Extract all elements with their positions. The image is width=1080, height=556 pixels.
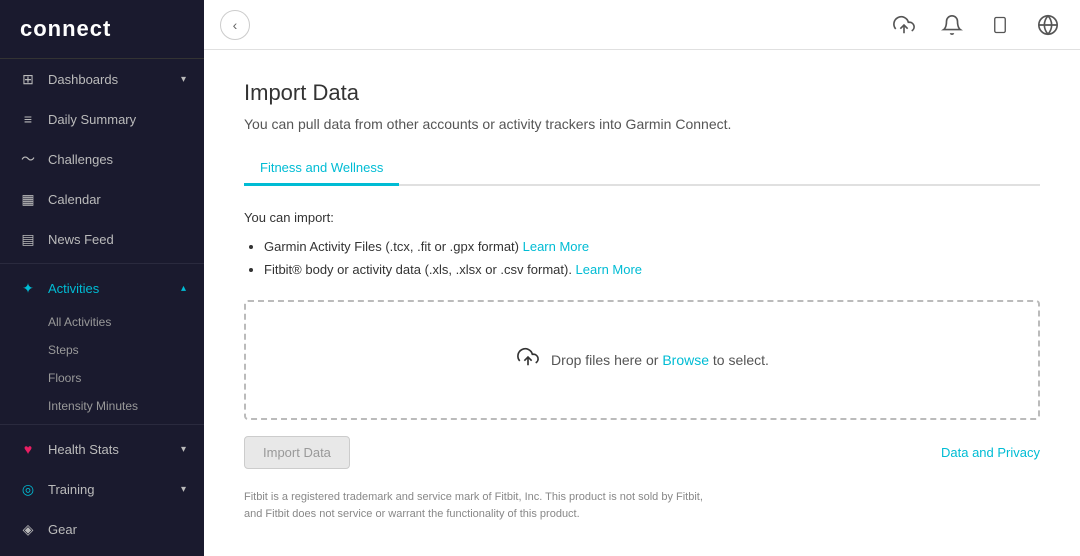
page-title: Import Data	[244, 80, 1040, 106]
sidebar-item-label: Gear	[48, 522, 77, 537]
sidebar-item-label: Calendar	[48, 192, 101, 207]
sidebar-item-label: Activities	[48, 281, 99, 296]
chevron-icon: ▾	[181, 484, 186, 495]
sidebar-item-activities[interactable]: ✦ Activities ▴	[0, 268, 204, 308]
sidebar-item-label: Training	[48, 482, 94, 497]
back-icon: ‹	[233, 17, 238, 33]
sidebar-subitem-steps[interactable]: Steps	[0, 336, 204, 364]
sidebar-item-gear[interactable]: ◈ Gear	[0, 509, 204, 549]
header-icons	[888, 9, 1064, 41]
logo-text: connect	[20, 16, 111, 41]
notification-icon[interactable]	[936, 9, 968, 41]
chevron-icon: ▾	[181, 74, 186, 85]
sidebar-item-label: News Feed	[48, 232, 114, 247]
sidebar-item-training[interactable]: ◎ Training ▾	[0, 469, 204, 509]
sidebar-subitem-floors[interactable]: Floors	[0, 364, 204, 392]
drop-zone-label: Drop files here or Browse to select.	[551, 352, 769, 368]
learn-more-link-fitbit[interactable]: Learn More	[576, 262, 642, 277]
upload-cloud-icon	[515, 346, 541, 374]
sidebar-item-calendar[interactable]: ▦ Calendar	[0, 179, 204, 219]
back-button[interactable]: ‹	[220, 10, 250, 40]
sidebar-item-label: Dashboards	[48, 72, 118, 87]
sidebar-item-news-feed[interactable]: ▤ News Feed	[0, 219, 204, 259]
sidebar-item-health-stats[interactable]: ♥ Health Stats ▾	[0, 429, 204, 469]
action-row: Import Data Data and Privacy	[244, 436, 1040, 469]
daily-summary-icon: ≡	[18, 109, 38, 129]
activities-icon: ✦	[18, 278, 38, 298]
import-description: You can import:	[244, 210, 1040, 225]
browse-link[interactable]: Browse	[662, 352, 709, 368]
news-feed-icon: ▤	[18, 229, 38, 249]
page-subtitle: You can pull data from other accounts or…	[244, 116, 1040, 132]
chevron-up-icon: ▴	[181, 283, 186, 294]
sidebar: connect ⊞ Dashboards ▾ ≡ Daily Summary 〜…	[0, 0, 204, 556]
sidebar-subitem-intensity-minutes[interactable]: Intensity Minutes	[0, 392, 204, 420]
logo: connect	[0, 0, 204, 59]
learn-more-link-garmin[interactable]: Learn More	[523, 239, 589, 254]
sidebar-item-label: Challenges	[48, 152, 113, 167]
list-item: Fitbit® body or activity data (.xls, .xl…	[264, 258, 1040, 281]
calendar-icon: ▦	[18, 189, 38, 209]
sidebar-item-label: Daily Summary	[48, 112, 136, 127]
sidebar-item-insights[interactable]: 💡 Insights	[0, 549, 204, 556]
tab-fitness-and-wellness[interactable]: Fitness and Wellness	[244, 152, 399, 186]
divider	[0, 263, 204, 264]
sidebar-subitem-all-activities[interactable]: All Activities	[0, 308, 204, 336]
watch-icon[interactable]	[984, 9, 1016, 41]
training-icon: ◎	[18, 479, 38, 499]
sidebar-item-dashboards[interactable]: ⊞ Dashboards ▾	[0, 59, 204, 99]
dashboards-icon: ⊞	[18, 69, 38, 89]
chevron-icon: ▾	[181, 444, 186, 455]
data-and-privacy-link[interactable]: Data and Privacy	[941, 445, 1040, 460]
tabs-bar: Fitness and Wellness	[244, 152, 1040, 186]
file-drop-zone[interactable]: Drop files here or Browse to select.	[244, 300, 1040, 420]
sidebar-item-daily-summary[interactable]: ≡ Daily Summary	[0, 99, 204, 139]
gear-icon: ◈	[18, 519, 38, 539]
sidebar-item-challenges[interactable]: 〜 Challenges	[0, 139, 204, 179]
top-header: ‹	[204, 0, 1080, 50]
divider	[0, 424, 204, 425]
import-data-button[interactable]: Import Data	[244, 436, 350, 469]
globe-icon[interactable]	[1032, 9, 1064, 41]
challenges-icon: 〜	[18, 149, 38, 169]
content-area: Import Data You can pull data from other…	[204, 50, 1080, 556]
health-stats-icon: ♥	[18, 439, 38, 459]
sidebar-item-label: Health Stats	[48, 442, 119, 457]
list-item: Garmin Activity Files (.tcx, .fit or .gp…	[264, 235, 1040, 258]
list-item-text: Fitbit® body or activity data (.xls, .xl…	[264, 262, 576, 277]
import-list: Garmin Activity Files (.tcx, .fit or .gp…	[244, 235, 1040, 282]
footer-note: Fitbit is a registered trademark and ser…	[244, 489, 724, 524]
upload-icon[interactable]	[888, 9, 920, 41]
list-item-text: Garmin Activity Files (.tcx, .fit or .gp…	[264, 239, 523, 254]
main-area: ‹	[204, 0, 1080, 556]
